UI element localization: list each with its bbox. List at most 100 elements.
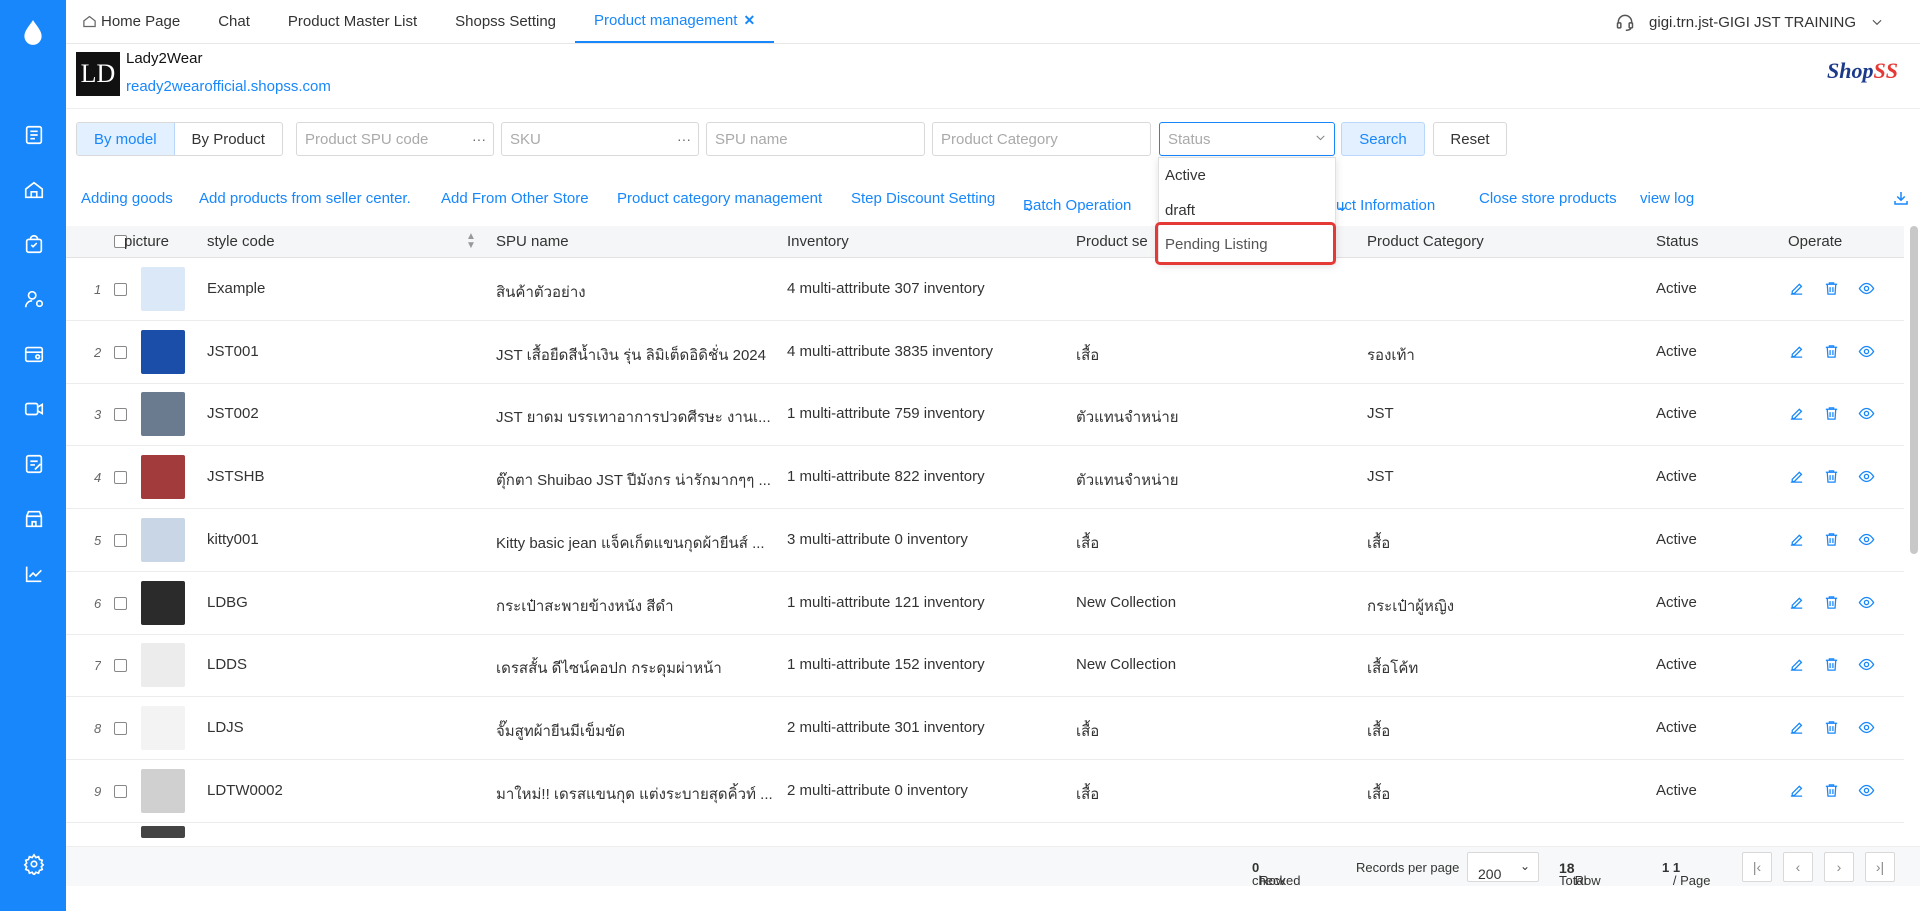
product-thumbnail[interactable]: [141, 705, 185, 750]
row-checkbox[interactable]: [114, 659, 127, 673]
table-scrollbar[interactable]: [1910, 226, 1918, 554]
product-thumbnail[interactable]: [141, 643, 185, 688]
product-thumbnail[interactable]: [141, 267, 185, 311]
marketplace-icon[interactable]: [22, 507, 46, 531]
edit-icon[interactable]: [1788, 594, 1805, 615]
close-tab-icon[interactable]: ✕: [743, 12, 755, 29]
delete-trash-icon[interactable]: [1823, 656, 1840, 677]
row-checkbox[interactable]: [114, 721, 127, 735]
next-page-button[interactable]: ›: [1824, 852, 1854, 882]
orders-icon[interactable]: [22, 123, 46, 147]
tab-home-page[interactable]: Home Page: [66, 0, 199, 43]
customers-icon[interactable]: [22, 287, 46, 311]
row-checkbox[interactable]: [114, 345, 127, 359]
row-checkbox[interactable]: [114, 596, 127, 610]
tab-product-master-list[interactable]: Product Master List: [269, 0, 436, 43]
table-row[interactable]: 6 LDBG กระเป๋าสะพายข้างหนัง สีดำ 1 multi-at…: [66, 572, 1904, 635]
store-home-icon[interactable]: [22, 178, 46, 202]
tab-product-management[interactable]: Product management ✕: [575, 0, 775, 43]
chevron-down-icon[interactable]: [1870, 15, 1884, 29]
analytics-chart-icon[interactable]: [22, 562, 46, 586]
status-select[interactable]: Status: [1159, 122, 1335, 156]
product-thumbnail[interactable]: [141, 455, 185, 500]
tab-shopss-setting[interactable]: Shopss Setting: [436, 0, 575, 43]
more-icon[interactable]: ···: [472, 131, 486, 147]
edit-icon[interactable]: [1788, 405, 1805, 426]
prev-page-button[interactable]: ‹: [1783, 852, 1813, 882]
row-checkbox[interactable]: [114, 533, 127, 547]
app-logo-droplet-icon[interactable]: [19, 18, 47, 48]
by-model-button[interactable]: By model: [77, 123, 175, 155]
delete-trash-icon[interactable]: [1823, 468, 1840, 489]
table-row[interactable]: 8 LDJS จั๊มสูทผ้ายีนมีเข็มขัด 2 multi-attri…: [66, 697, 1904, 760]
products-bag-icon[interactable]: [22, 232, 46, 256]
view-eye-icon[interactable]: [1858, 656, 1875, 677]
per-page-select[interactable]: 200 ⌄: [1467, 852, 1539, 882]
more-icon[interactable]: ···: [677, 131, 691, 147]
product-thumbnail[interactable]: [141, 580, 185, 625]
first-page-button[interactable]: |‹: [1742, 852, 1772, 882]
status-option-active[interactable]: Active: [1165, 167, 1206, 184]
product-thumbnail[interactable]: [141, 517, 185, 562]
row-checkbox[interactable]: [114, 784, 127, 798]
view-eye-icon[interactable]: [1858, 782, 1875, 803]
delete-trash-icon[interactable]: [1823, 280, 1840, 301]
edit-icon[interactable]: [1788, 531, 1805, 552]
edit-icon[interactable]: [1788, 782, 1805, 803]
view-eye-icon[interactable]: [1858, 468, 1875, 489]
category-select[interactable]: Product Category: [932, 122, 1151, 156]
row-checkbox[interactable]: [114, 408, 127, 422]
tab-chat[interactable]: Chat: [199, 0, 269, 43]
add-from-seller-center-link[interactable]: Add products from seller center.: [199, 190, 411, 207]
delete-trash-icon[interactable]: [1823, 782, 1840, 803]
sort-icon[interactable]: ▲ ▼: [466, 232, 476, 251]
view-eye-icon[interactable]: [1858, 594, 1875, 615]
delete-trash-icon[interactable]: [1823, 531, 1840, 552]
edit-icon[interactable]: [1788, 468, 1805, 489]
content-edit-icon[interactable]: [22, 452, 46, 476]
table-row[interactable]: 5 kitty001 Kitty basic jean แจ็คเก็ตแขนกุด…: [66, 509, 1904, 572]
adding-goods-link[interactable]: Adding goods: [81, 190, 173, 207]
shop-settings-icon[interactable]: [22, 342, 46, 366]
step-discount-link[interactable]: Step Discount Setting: [851, 190, 995, 207]
edit-icon[interactable]: [1788, 719, 1805, 740]
delete-trash-icon[interactable]: [1823, 405, 1840, 426]
by-product-button[interactable]: By Product: [175, 123, 282, 155]
live-video-icon[interactable]: [22, 397, 46, 421]
product-thumbnail[interactable]: [141, 392, 185, 437]
settings-gear-icon[interactable]: [22, 852, 46, 876]
delete-trash-icon[interactable]: [1823, 719, 1840, 740]
delete-trash-icon[interactable]: [1823, 594, 1840, 615]
search-button[interactable]: Search: [1341, 122, 1425, 156]
table-row[interactable]: 2 JST001 JST เสื้อยืดสีน้ำเงิน รุ่น ลิมิเต…: [66, 321, 1904, 384]
table-row[interactable]: 7 LDDS เดรสสั้น ดีไซน์คอปก กระดุมผ่าหน้า 1 …: [66, 634, 1904, 698]
view-eye-icon[interactable]: [1858, 531, 1875, 552]
edit-icon[interactable]: [1788, 280, 1805, 301]
sku-input[interactable]: SKU ···: [501, 122, 699, 156]
table-row[interactable]: 1 Example สินค้าตัวอย่าง 4 multi-attribute …: [66, 258, 1904, 321]
headset-support-icon[interactable]: [1615, 12, 1635, 32]
table-row[interactable]: 3 JST002 JST ยาดม บรรเทาอาการปวดศีรษะ งานเ…: [66, 383, 1904, 447]
spu-name-input[interactable]: SPU name: [706, 122, 925, 156]
user-menu[interactable]: gigi.trn.jst-GIGI JST TRAINING: [1649, 14, 1856, 31]
row-checkbox[interactable]: [114, 283, 127, 296]
category-management-link[interactable]: Product category management: [617, 190, 822, 207]
edit-icon[interactable]: [1788, 343, 1805, 364]
view-eye-icon[interactable]: [1858, 405, 1875, 426]
product-thumbnail[interactable]: [141, 768, 185, 813]
spu-code-input[interactable]: Product SPU code ···: [296, 122, 494, 156]
last-page-button[interactable]: ›|: [1865, 852, 1895, 882]
status-option-draft[interactable]: draft: [1165, 202, 1195, 219]
store-url-link[interactable]: ready2wearofficial.shopss.com: [126, 78, 331, 95]
add-from-other-store-link[interactable]: Add From Other Store: [441, 190, 589, 207]
table-row[interactable]: 4 JSTSHB ตุ๊กตา Shuibao JST ปีมังกร น่ารัก…: [66, 446, 1904, 510]
product-thumbnail[interactable]: [141, 826, 185, 838]
edit-icon[interactable]: [1788, 656, 1805, 677]
close-store-products-link[interactable]: Close store products: [1479, 190, 1617, 207]
view-eye-icon[interactable]: [1858, 280, 1875, 301]
row-checkbox[interactable]: [114, 471, 127, 485]
product-thumbnail[interactable]: [141, 329, 185, 374]
reset-button[interactable]: Reset: [1433, 122, 1507, 156]
table-row[interactable]: 9 LDTW0002 มาใหม่!! เดรสแขนกุด แต่งระบายสุ…: [66, 760, 1904, 823]
delete-trash-icon[interactable]: [1823, 343, 1840, 364]
